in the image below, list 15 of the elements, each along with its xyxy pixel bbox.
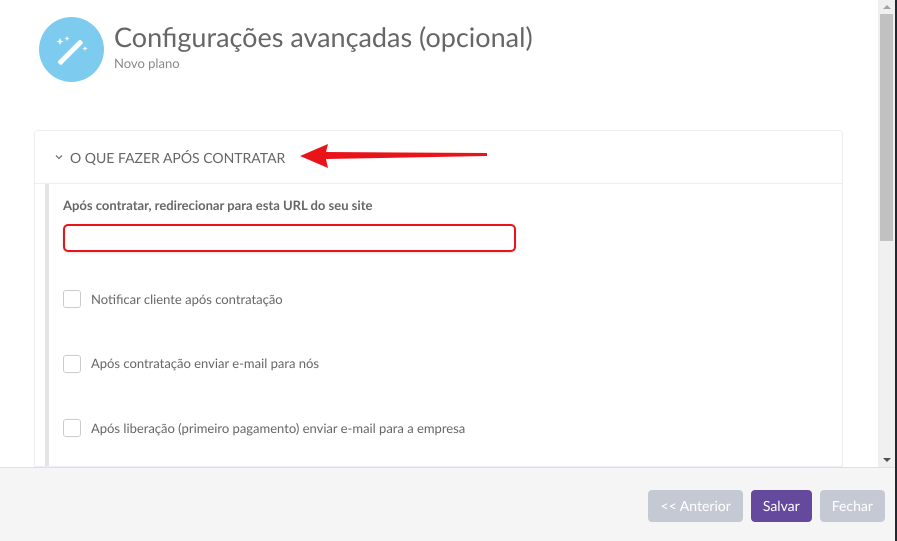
checkbox-label: Após liberação (primeiro pagamento) enviar e-mail para a empresa [91,418,466,438]
checkbox-label: Após contratação enviar e-mail para nós [91,354,320,373]
checkbox[interactable] [63,419,81,438]
checkbox-label: Notificar cliente após contratação [91,290,283,308]
field-label: Após contratar, redirecionar para esta URL do seu site [63,196,374,215]
scrollbar[interactable] [878,0,895,467]
section-header[interactable]: O QUE FAZER APÓS CONTRATAR [54,146,286,168]
checkbox[interactable] [63,290,81,308]
page-subtitle: Novo plano [114,54,181,73]
url-input-field[interactable] [63,224,516,252]
checkbox[interactable] [63,354,81,373]
scroll-thumb[interactable] [880,14,893,241]
footer-button[interactable]: Salvar [750,490,812,522]
chevron-icon [54,152,64,162]
page-title: Configurações avançadas (opcional) [114,20,533,54]
